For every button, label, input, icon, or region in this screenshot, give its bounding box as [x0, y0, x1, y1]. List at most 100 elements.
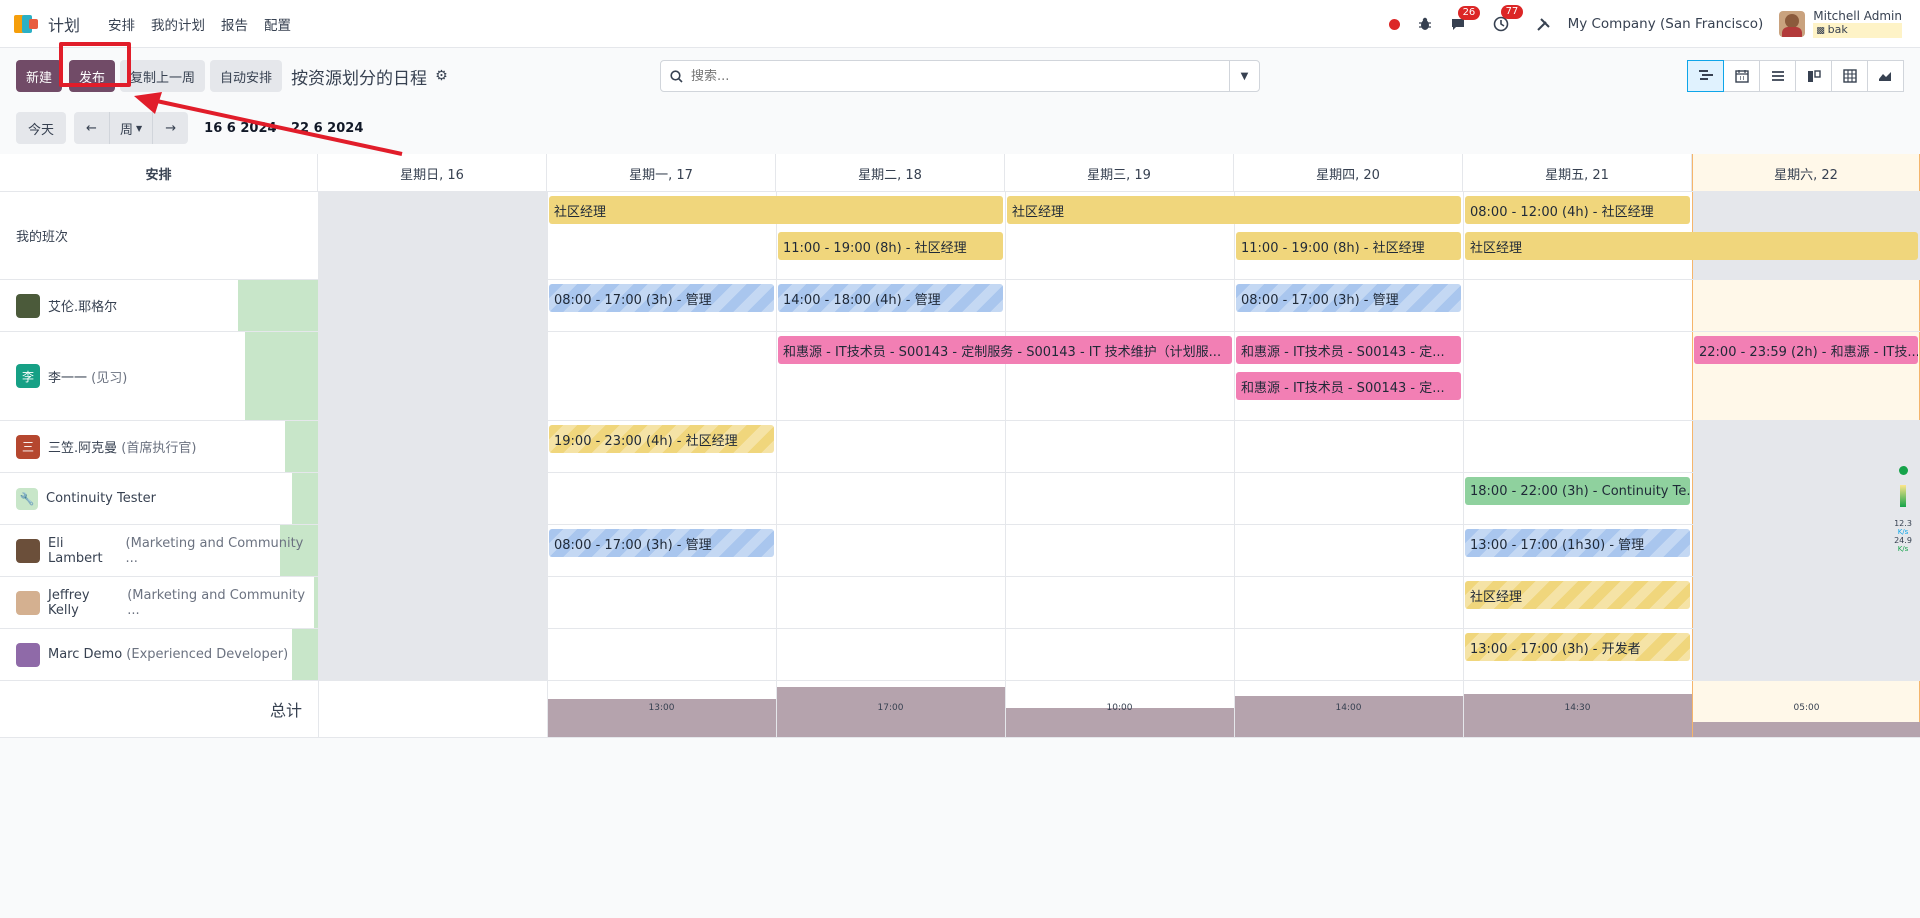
- total-hours-label: 14:00: [1335, 703, 1362, 713]
- column-divider: [1463, 192, 1464, 738]
- shift-pill[interactable]: 11:00 - 19:00 (8h) - 社区经理: [1236, 232, 1461, 260]
- list-view-icon[interactable]: [1759, 60, 1796, 92]
- activity-clock-icon[interactable]: 77: [1493, 5, 1524, 32]
- row-resource[interactable]: 🔧 Continuity Tester: [0, 473, 318, 524]
- row-resource[interactable]: 三 三笠.阿克曼 (首席执行官): [0, 421, 318, 472]
- total-hours-label: 10:00: [1106, 703, 1133, 713]
- shift-pill[interactable]: 和惠源 - IT技术员 - S00143 - 定...: [1236, 372, 1461, 400]
- row-name: 三笠.阿克曼: [48, 441, 118, 456]
- company-switcher[interactable]: My Company (San Francisco): [1568, 16, 1764, 32]
- user-menu[interactable]: Mitchell Admin ▩ bak: [1813, 10, 1902, 38]
- tools-icon[interactable]: [1536, 17, 1551, 32]
- status-dot: [1898, 466, 1908, 475]
- day-header[interactable]: 星期五, 21: [1463, 154, 1692, 192]
- total-row-label: 总计: [0, 681, 318, 737]
- user-name: Mitchell Admin: [1813, 9, 1902, 23]
- row-divider: [0, 737, 1920, 738]
- planning-app-icon[interactable]: [14, 13, 38, 35]
- top-navbar: 计划 安排 我的计划 报告 配置 26 77 My Company (San F…: [0, 0, 1920, 48]
- row-name: 李一一: [48, 370, 88, 386]
- row-resource[interactable]: 李 李一一 (见习): [0, 332, 318, 420]
- day-header[interactable]: 星期四, 20: [1234, 154, 1463, 192]
- annotation-arrow: [134, 92, 403, 156]
- previous-period-button[interactable]: ←: [74, 112, 109, 144]
- menu-my-planning[interactable]: 我的计划: [143, 14, 213, 34]
- resource-avatar: [16, 642, 40, 667]
- menu-reporting[interactable]: 报告: [213, 14, 256, 34]
- shift-pill[interactable]: 13:00 - 17:00 (3h) - 开发者: [1465, 633, 1690, 661]
- pivot-view-icon[interactable]: [1831, 60, 1868, 92]
- shift-pill[interactable]: 社区经理: [1007, 196, 1461, 224]
- copy-previous-week-button[interactable]: 复制上一周: [120, 60, 206, 92]
- shift-pill[interactable]: 08:00 - 17:00 (3h) - 管理: [1236, 284, 1461, 312]
- network-speed-widget: 12.3 K/s 24.9 K/s: [1886, 456, 1920, 598]
- menu-configuration[interactable]: 配置: [256, 14, 299, 34]
- search-icon: [661, 69, 691, 83]
- row-name: Jeffrey Kelly: [48, 587, 90, 618]
- day-header[interactable]: 星期三, 19: [1005, 154, 1234, 192]
- row-my-shifts[interactable]: 我的班次: [0, 192, 318, 279]
- total-hours-label: 13:00: [648, 703, 675, 713]
- chat-icon[interactable]: 26: [1450, 5, 1481, 32]
- app-name[interactable]: 计划: [48, 12, 80, 36]
- speed-unit: K/s: [1897, 545, 1909, 553]
- shift-pill[interactable]: 和惠源 - IT技术员 - S00143 - 定制服务 - S00143 - I…: [778, 336, 1232, 364]
- wrench-icon: 🔧: [16, 487, 38, 510]
- chat-count-badge: 26: [1457, 5, 1481, 20]
- auto-plan-button[interactable]: 自动安排: [210, 60, 283, 92]
- graph-view-icon[interactable]: [1867, 60, 1904, 92]
- total-hours-bar: [1464, 694, 1692, 737]
- highlight-annotation-box: [59, 42, 131, 87]
- shift-pill[interactable]: 14:00 - 18:00 (4h) - 管理: [778, 284, 1003, 312]
- row-name: Eli Lambert: [48, 535, 103, 566]
- resource-avatar: [16, 590, 40, 615]
- speed-unit: K/s: [1897, 528, 1909, 536]
- row-name: Marc Demo: [48, 647, 123, 662]
- shift-pill[interactable]: 08:00 - 12:00 (4h) - 社区经理: [1465, 196, 1690, 224]
- shift-pill[interactable]: 19:00 - 23:00 (4h) - 社区经理: [549, 425, 774, 453]
- upload-speed: 12.3: [1894, 519, 1912, 528]
- total-hours-label: 17:00: [877, 703, 904, 713]
- shift-pill[interactable]: 社区经理: [1465, 232, 1918, 260]
- day-header[interactable]: 星期二, 18: [776, 154, 1005, 192]
- day-header[interactable]: 星期一, 17: [547, 154, 776, 192]
- shift-pill[interactable]: 18:00 - 22:00 (3h) - Continuity Te...: [1465, 477, 1690, 505]
- gear-icon[interactable]: ⚙: [435, 68, 448, 84]
- column-divider: [776, 192, 777, 738]
- kanban-view-icon[interactable]: [1795, 60, 1832, 92]
- user-avatar[interactable]: [1779, 11, 1806, 37]
- search-bar[interactable]: ▼: [660, 60, 1260, 92]
- row-resource[interactable]: Eli Lambert (Marketing and Community ...: [0, 525, 318, 576]
- debug-bug-icon[interactable]: [1418, 17, 1432, 31]
- today-button[interactable]: 今天: [16, 112, 66, 144]
- total-hours-bar: [1693, 722, 1920, 737]
- search-input[interactable]: [691, 68, 1229, 84]
- row-subtitle: (Marketing and Community ...: [127, 587, 306, 618]
- shift-pill[interactable]: 和惠源 - IT技术员 - S00143 - 定...: [1236, 336, 1461, 364]
- search-options-toggle[interactable]: ▼: [1229, 61, 1259, 91]
- gantt-view-icon[interactable]: [1687, 60, 1724, 92]
- row-resource[interactable]: Marc Demo (Experienced Developer): [0, 629, 318, 680]
- shift-pill[interactable]: 08:00 - 17:00 (3h) - 管理: [549, 284, 774, 312]
- shift-pill[interactable]: 22:00 - 23:59 (2h) - 和惠源 - IT技...: [1694, 336, 1918, 364]
- shift-pill[interactable]: 社区经理: [1465, 581, 1690, 609]
- calendar-view-icon[interactable]: [1723, 60, 1760, 92]
- record-icon[interactable]: [1388, 18, 1400, 30]
- day-header[interactable]: 星期六, 22: [1692, 154, 1920, 192]
- new-button[interactable]: 新建: [16, 60, 63, 92]
- row-resource[interactable]: Jeffrey Kelly (Marketing and Community .…: [0, 577, 318, 628]
- row-subtitle: (见习): [91, 370, 128, 386]
- signal-bars: [1900, 485, 1906, 507]
- sunday-column-shade: [318, 192, 547, 680]
- resource-avatar: 李: [16, 364, 40, 388]
- column-divider: [318, 192, 319, 738]
- menu-schedule[interactable]: 安排: [100, 14, 143, 34]
- row-subtitle: (首席执行官): [121, 441, 197, 456]
- row-resource[interactable]: 艾伦.耶格尔: [0, 280, 318, 331]
- database-name: ▩ bak: [1813, 23, 1902, 38]
- shift-pill[interactable]: 08:00 - 17:00 (3h) - 管理: [549, 529, 774, 557]
- shift-pill[interactable]: 13:00 - 17:00 (1h30) - 管理: [1465, 529, 1690, 557]
- shift-pill[interactable]: 11:00 - 19:00 (8h) - 社区经理: [778, 232, 1003, 260]
- gantt-grid: 安排 星期日, 16 星期一, 17 星期二, 18 星期三, 19 星期四, …: [0, 154, 1920, 738]
- shift-pill[interactable]: 社区经理: [549, 196, 1003, 224]
